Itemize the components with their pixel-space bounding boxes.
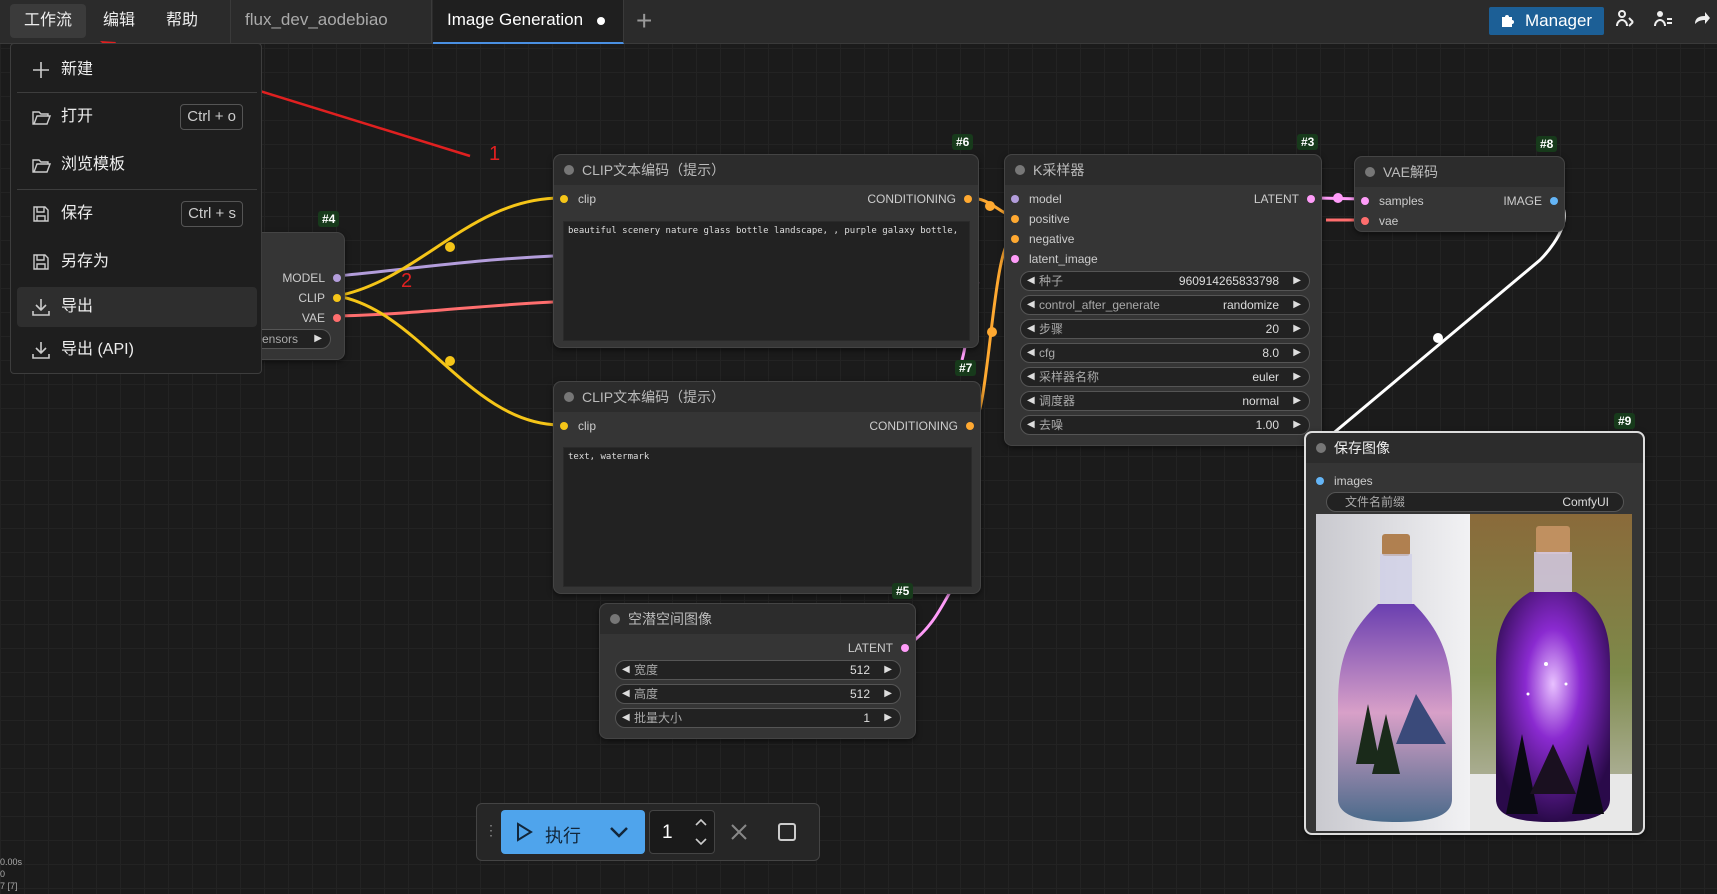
download-icon (32, 342, 50, 359)
collapse-dot-icon[interactable] (610, 614, 620, 624)
ksampler-node[interactable]: K采样器 model positive negative latent_imag… (1004, 154, 1322, 446)
input-images[interactable]: images (1316, 473, 1373, 489)
input-model[interactable]: model (1011, 191, 1062, 207)
output-clip[interactable]: CLIP (251, 290, 341, 306)
menu-export[interactable]: 导出 (17, 287, 257, 327)
save-icon (33, 206, 49, 222)
collapse-dot-icon[interactable] (564, 392, 574, 402)
folder-open-icon (32, 159, 51, 173)
control-after-generate-widget[interactable]: ◀ control_after_generate randomize ▶ (1020, 295, 1310, 315)
collapse-dot-icon[interactable] (564, 165, 574, 175)
input-samples[interactable]: samples (1361, 193, 1424, 209)
steps-widget[interactable]: ◀ 步骤 20 ▶ (1020, 319, 1310, 339)
clip-text-encode-negative-node[interactable]: CLIP文本编码（提示） clip CONDITIONING text, wat… (553, 381, 981, 594)
node-id-badge: #4 (318, 211, 340, 227)
prompt-textarea[interactable]: beautiful scenery nature glass bottle la… (563, 221, 970, 341)
output-conditioning[interactable]: CONDITIONING (772, 191, 972, 207)
menu-save[interactable]: 保存 Ctrl + s (17, 194, 257, 234)
output-image[interactable]: IMAGE (1478, 193, 1558, 209)
annotation-1: 1 (489, 143, 501, 165)
node-id-badge: #3 (1297, 134, 1319, 150)
output-conditioning[interactable]: CONDITIONING (774, 418, 974, 434)
node-id-badge: #5 (892, 583, 914, 599)
annotation-2: 2 (401, 270, 413, 292)
workflow-menu-dropdown: 新建 打开 Ctrl + o 浏览模板 保存 Ctrl + s 另存为 导出 导… (10, 43, 262, 374)
input-negative[interactable]: negative (1011, 231, 1074, 247)
input-clip[interactable]: clip (560, 418, 596, 434)
shortcut-badge: Ctrl + o (180, 104, 243, 130)
node-title: K采样器 (1005, 155, 1321, 185)
save-icon (33, 254, 49, 270)
prompt-textarea[interactable]: text, watermark (563, 447, 972, 587)
node-title: VAE解码 (1355, 157, 1564, 187)
output-vae[interactable]: VAE (251, 310, 341, 326)
node-title: CLIP文本编码（提示） (554, 155, 978, 185)
input-positive[interactable]: positive (1011, 211, 1070, 227)
node-id-badge: #8 (1536, 136, 1558, 152)
menu-new[interactable]: 新建 (17, 50, 257, 90)
batch-size-widget[interactable]: ◀ 批量大小 1 ▶ (615, 708, 901, 728)
denoise-widget[interactable]: ◀ 去噪 1.00 ▶ (1020, 415, 1310, 435)
menu-export-api[interactable]: 导出 (API) (17, 330, 257, 370)
output-latent[interactable]: LATENT (1195, 191, 1315, 207)
node-title: 空潜空间图像 (600, 604, 915, 634)
arrow-right-icon[interactable]: ▶ (314, 330, 322, 348)
clip-text-encode-positive-node[interactable]: CLIP文本编码（提示） clip CONDITIONING beautiful… (553, 154, 979, 348)
folder-open-icon (32, 111, 51, 125)
input-vae[interactable]: vae (1361, 213, 1398, 229)
node-id-badge: #6 (952, 134, 974, 150)
width-widget[interactable]: ◀ 宽度 512 ▶ (615, 660, 901, 680)
seed-widget[interactable]: ◀ 种子 960914265833798 ▶ (1020, 271, 1310, 291)
scheduler-widget[interactable]: ◀ 调度器 normal ▶ (1020, 391, 1310, 411)
output-model[interactable]: MODEL (251, 270, 341, 286)
vae-decode-node[interactable]: VAE解码 samples vae IMAGE (1354, 156, 1565, 232)
output-latent[interactable]: LATENT (789, 640, 909, 656)
output-image-preview[interactable] (1316, 514, 1632, 831)
collapse-dot-icon[interactable] (1316, 443, 1326, 453)
bottle-images (1316, 514, 1632, 831)
plus-icon (33, 62, 49, 78)
sampler-name-widget[interactable]: ◀ 采样器名称 euler ▶ (1020, 367, 1310, 387)
node-title: 保存图像 (1306, 433, 1643, 463)
menu-save-as[interactable]: 另存为 (17, 242, 257, 282)
height-widget[interactable]: ◀ 高度 512 ▶ (615, 684, 901, 704)
collapse-dot-icon[interactable] (1365, 167, 1375, 177)
node-id-badge: #7 (955, 360, 977, 376)
cfg-widget[interactable]: ◀ cfg 8.0 ▶ (1020, 343, 1310, 363)
empty-latent-image-node[interactable]: 空潜空间图像 LATENT ◀ 宽度 512 ▶ ◀ 高度 512 ▶ ◀ 批量大小 1 ▶ (599, 603, 916, 739)
menu-browse-templates[interactable]: 浏览模板 (17, 145, 257, 185)
download-icon (32, 299, 50, 316)
node-title: CLIP文本编码（提示） (554, 382, 980, 412)
node-id-badge: #9 (1614, 413, 1636, 429)
filename-prefix-widget[interactable]: 文件名前缀 ComfyUI (1326, 492, 1624, 512)
collapse-dot-icon[interactable] (1015, 165, 1025, 175)
shortcut-badge: Ctrl + s (181, 201, 243, 227)
input-latent-image[interactable]: latent_image (1011, 251, 1098, 267)
input-clip[interactable]: clip (560, 191, 596, 207)
menu-open[interactable]: 打开 Ctrl + o (17, 97, 257, 137)
